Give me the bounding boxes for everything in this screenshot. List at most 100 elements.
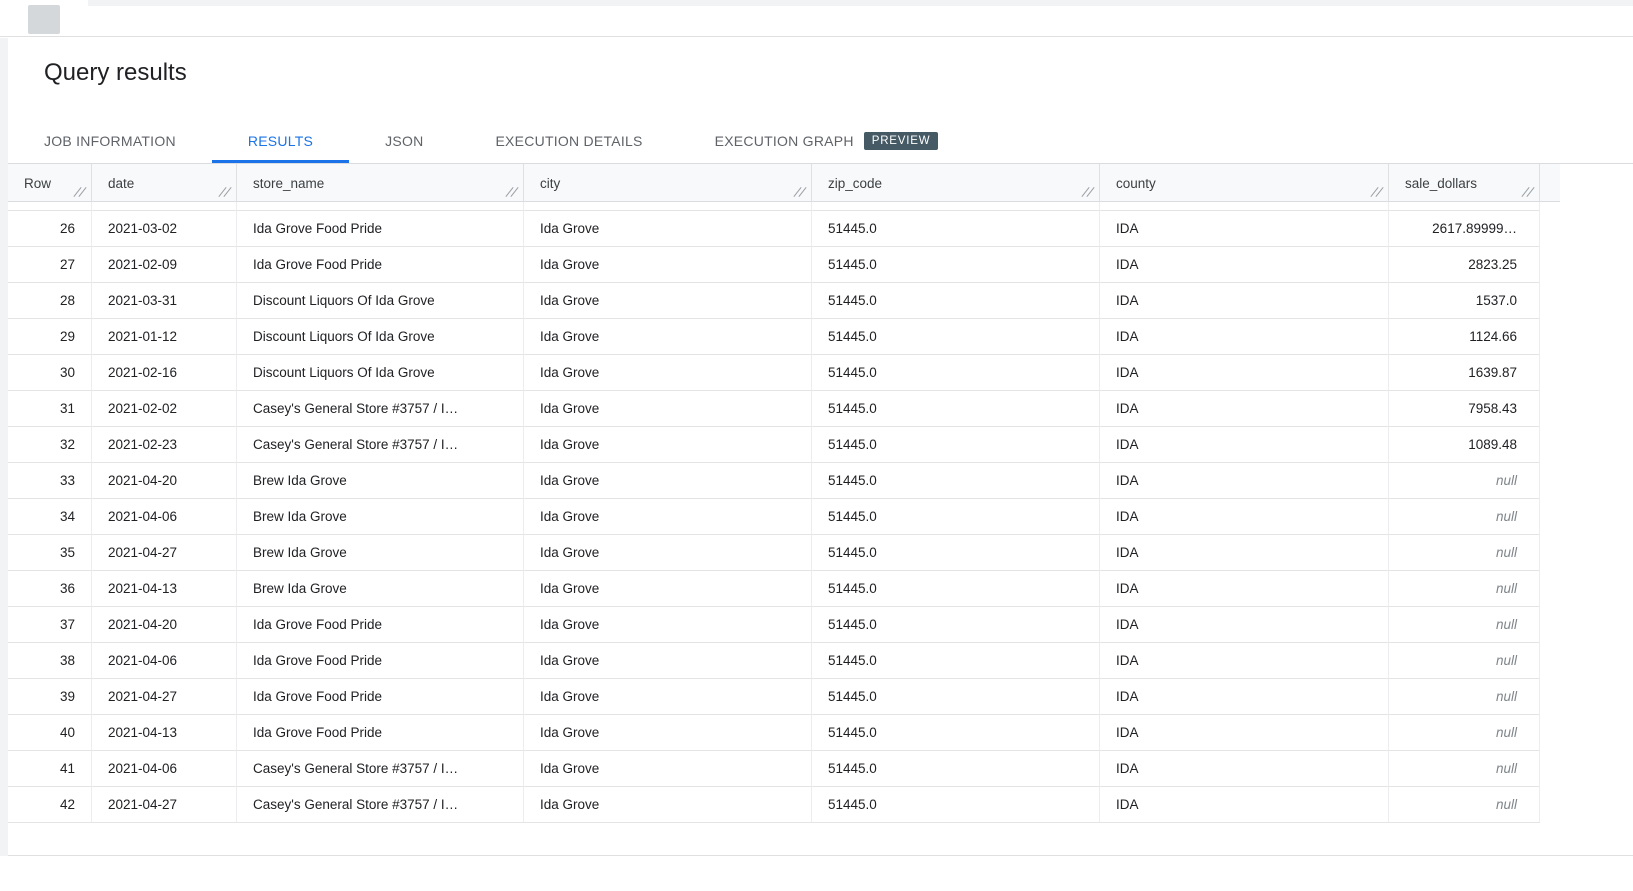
left-gutter	[0, 38, 8, 856]
tab-label: JOB INFORMATION	[44, 133, 176, 149]
cell-store_name: Casey's General Store #3757 / I…	[237, 391, 524, 427]
table-row: 292021-01-12Discount Liquors Of Ida Grov…	[8, 319, 1540, 355]
cell-zip_code: 51445.0	[812, 283, 1100, 319]
column-header-row: Row	[8, 164, 92, 202]
cell-store_name: Ida Grove Food Pride	[237, 715, 524, 751]
cell-store_name: Ida Grove Food Pride	[237, 211, 524, 247]
tab-execution-graph[interactable]: EXECUTION GRAPH PREVIEW	[679, 118, 975, 163]
cell-city: Ida Grove	[524, 535, 812, 571]
cell-row: 40	[8, 715, 92, 751]
cell-row: 39	[8, 679, 92, 715]
column-resize-handle[interactable]	[1081, 186, 1094, 199]
cell-county: IDA	[1100, 319, 1389, 355]
cell-zip_code: 51445.0	[812, 247, 1100, 283]
cell-sale_dollars: 2823.25	[1389, 247, 1540, 283]
tab-job-information[interactable]: JOB INFORMATION	[8, 118, 212, 163]
tab-bar: JOB INFORMATION RESULTS JSON EXECUTION D…	[8, 118, 1633, 164]
column-header-store-name: store_name	[237, 164, 524, 202]
top-strip	[0, 0, 1633, 37]
cell-zip_code: 51445.0	[812, 391, 1100, 427]
cell-zip_code: 51445.0	[812, 535, 1100, 571]
cell-date: 2021-04-20	[92, 607, 237, 643]
table-row: 322021-02-23Casey's General Store #3757 …	[8, 427, 1540, 463]
cell-sale_dollars: null	[1389, 607, 1540, 643]
column-resize-handle[interactable]	[73, 186, 86, 199]
cell-county: IDA	[1100, 283, 1389, 319]
cell-county: IDA	[1100, 643, 1389, 679]
column-resize-handle[interactable]	[793, 186, 806, 199]
column-header-label: zip_code	[828, 176, 882, 191]
cell-row: 31	[8, 391, 92, 427]
vertical-scrollbar[interactable]	[1540, 164, 1560, 823]
preview-badge: PREVIEW	[864, 132, 939, 150]
column-header-label: date	[108, 176, 134, 191]
cell-row: 42	[8, 787, 92, 823]
cell-store_name: Discount Liquors Of Ida Grove	[237, 319, 524, 355]
cell-county: IDA	[1100, 751, 1389, 787]
cell-store_name: Ida Grove Food Pride	[237, 643, 524, 679]
column-resize-handle[interactable]	[1370, 186, 1383, 199]
table-row: 362021-04-13Brew Ida GroveIda Grove51445…	[8, 571, 1540, 607]
table-row: 352021-04-27Brew Ida GroveIda Grove51445…	[8, 535, 1540, 571]
table-row: 302021-02-16Discount Liquors Of Ida Grov…	[8, 355, 1540, 391]
table-row: 332021-04-20Brew Ida GroveIda Grove51445…	[8, 463, 1540, 499]
cell-store_name: Ida Grove Food Pride	[237, 607, 524, 643]
cell-county: IDA	[1100, 355, 1389, 391]
cell-sale_dollars: 1124.66	[1389, 319, 1540, 355]
cell-row: 36	[8, 571, 92, 607]
table-row: 312021-02-02Casey's General Store #3757 …	[8, 391, 1540, 427]
cell-store_name: Brew Ida Grove	[237, 463, 524, 499]
tab-results[interactable]: RESULTS	[212, 118, 349, 163]
cell-store_name: Casey's General Store #3757 / I…	[237, 751, 524, 787]
results-table: Row date store_name city zip_code	[8, 164, 1540, 823]
cell-sale_dollars: null	[1389, 751, 1540, 787]
cell-date: 2021-02-16	[92, 355, 237, 391]
cell-sale_dollars: null	[1389, 679, 1540, 715]
column-header-sale-dollars: sale_dollars	[1389, 164, 1540, 202]
cell-date: 2021-04-27	[92, 535, 237, 571]
cell-zip_code: 51445.0	[812, 427, 1100, 463]
cell-county: IDA	[1100, 571, 1389, 607]
page-title: Query results	[44, 59, 187, 87]
cell-county: IDA	[1100, 787, 1389, 823]
column-header-label: store_name	[253, 176, 324, 191]
cell-date: 2021-02-09	[92, 247, 237, 283]
cell-store_name: Discount Liquors Of Ida Grove	[237, 283, 524, 319]
cell-city: Ida Grove	[524, 607, 812, 643]
cell-city: Ida Grove	[524, 463, 812, 499]
results-table-scroll[interactable]: Row date store_name city zip_code	[8, 164, 1540, 823]
tab-label: JSON	[385, 133, 423, 149]
cell-date: 2021-01-12	[92, 319, 237, 355]
cell-sale_dollars: null	[1389, 787, 1540, 823]
table-row: 402021-04-13Ida Grove Food PrideIda Grov…	[8, 715, 1540, 751]
cell-sale_dollars: null	[1389, 715, 1540, 751]
cell-date: 2021-04-20	[92, 463, 237, 499]
cell-city: Ida Grove	[524, 787, 812, 823]
tab-label: EXECUTION GRAPH	[715, 133, 854, 149]
cell-store_name: Ida Grove Food Pride	[237, 679, 524, 715]
cell-city: Ida Grove	[524, 319, 812, 355]
cell-date: 2021-04-06	[92, 751, 237, 787]
tab-label: RESULTS	[248, 133, 313, 149]
tab-execution-details[interactable]: EXECUTION DETAILS	[459, 118, 678, 163]
cell-county: IDA	[1100, 679, 1389, 715]
cell-date: 2021-03-02	[92, 211, 237, 247]
cell-sale_dollars: null	[1389, 643, 1540, 679]
cell-sale_dollars: 7958.43	[1389, 391, 1540, 427]
cell-row: 29	[8, 319, 92, 355]
column-resize-handle[interactable]	[1521, 186, 1534, 199]
column-resize-handle[interactable]	[505, 186, 518, 199]
cell-store_name: Brew Ida Grove	[237, 499, 524, 535]
cell-county: IDA	[1100, 715, 1389, 751]
cell-row: 32	[8, 427, 92, 463]
cell-city: Ida Grove	[524, 211, 812, 247]
cell-date: 2021-04-27	[92, 787, 237, 823]
tab-json[interactable]: JSON	[349, 118, 459, 163]
column-resize-handle[interactable]	[218, 186, 231, 199]
cell-zip_code: 51445.0	[812, 319, 1100, 355]
top-left-box	[28, 5, 60, 34]
cell-zip_code: 51445.0	[812, 499, 1100, 535]
cell-city: Ida Grove	[524, 247, 812, 283]
cell-zip_code: 51445.0	[812, 211, 1100, 247]
cell-row: 35	[8, 535, 92, 571]
